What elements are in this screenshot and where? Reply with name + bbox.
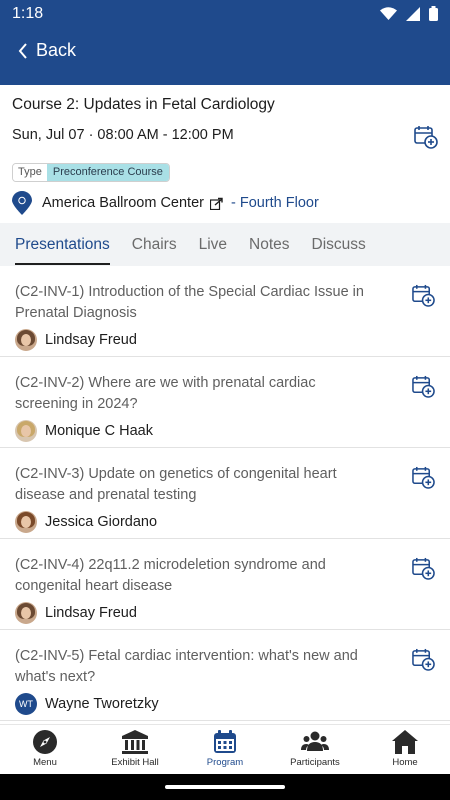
presentation-title: (C2-INV-2) Where are we with prenatal ca…	[15, 375, 316, 412]
speaker[interactable]: Lindsay Freud	[15, 602, 137, 624]
add-to-calendar-button[interactable]	[414, 125, 438, 154]
nav-menu-label: Menu	[33, 757, 57, 768]
tab-live[interactable]: Live	[199, 223, 227, 266]
tab-notes[interactable]: Notes	[249, 223, 290, 266]
back-button[interactable]: Back	[18, 40, 76, 61]
chevron-left-icon	[18, 42, 27, 59]
nav-participants-label: Participants	[290, 757, 340, 768]
speaker-name: Lindsay Freud	[45, 605, 137, 621]
system-nav-bar	[0, 774, 450, 800]
status-icons	[380, 6, 438, 21]
location-floor: - Fourth Floor	[230, 195, 319, 211]
home-gesture-handle[interactable]	[165, 785, 285, 789]
wifi-icon	[380, 7, 397, 20]
speaker-name: Wayne Tworetzky	[45, 696, 159, 712]
course-header: Course 2: Updates in Fetal Cardiology Su…	[0, 85, 450, 223]
speaker-name: Jessica Giordano	[45, 514, 158, 530]
add-to-calendar-button[interactable]	[412, 557, 435, 585]
speaker[interactable]: Monique C Haak	[15, 420, 153, 442]
avatar	[15, 511, 37, 533]
nav-exhibit-hall-label: Exhibit Hall	[111, 757, 159, 768]
list-item[interactable]: (C2-INV-2) Where are we with prenatal ca…	[0, 357, 450, 448]
compass-icon	[33, 730, 57, 754]
type-badge-key: Type	[13, 164, 47, 181]
calendar-add-icon	[412, 284, 435, 307]
presentation-title: (C2-INV-1) Introduction of the Special C…	[15, 284, 364, 321]
nav-participants[interactable]: Participants	[270, 725, 360, 774]
tab-chairs[interactable]: Chairs	[132, 223, 177, 266]
nav-menu[interactable]: Menu	[0, 725, 90, 774]
home-icon	[392, 730, 418, 754]
course-title: Course 2: Updates in Fetal Cardiology	[12, 96, 275, 113]
nav-home[interactable]: Home	[360, 725, 450, 774]
add-to-calendar-button[interactable]	[412, 466, 435, 494]
speaker[interactable]: WT Wayne Tworetzky	[15, 693, 159, 715]
avatar	[15, 420, 37, 442]
building-columns-icon	[122, 730, 148, 754]
location-name[interactable]: America Ballroom Center	[42, 195, 204, 211]
calendar-add-icon	[412, 557, 435, 580]
calendar-add-icon	[412, 375, 435, 398]
avatar	[15, 329, 37, 351]
location-row: America Ballroom Center - Fourth Floor	[12, 191, 319, 215]
avatar	[15, 602, 37, 624]
calendar-icon	[214, 730, 236, 753]
tab-presentations[interactable]: Presentations	[15, 223, 110, 266]
status-bar: 1:18	[0, 0, 450, 28]
bottom-nav: Menu Exhibit Hall Program Participants H…	[0, 724, 450, 774]
avatar: WT	[15, 693, 37, 715]
list-item[interactable]: (C2-INV-1) Introduction of the Special C…	[0, 266, 450, 357]
map-pin-icon	[12, 191, 32, 215]
add-to-calendar-button[interactable]	[412, 284, 435, 312]
nav-program[interactable]: Program	[180, 725, 270, 774]
battery-icon	[429, 6, 438, 21]
calendar-add-icon	[412, 466, 435, 489]
course-datetime: Sun, Jul 07 · 08:00 AM - 12:00 PM	[12, 127, 234, 143]
nav-exhibit-hall[interactable]: Exhibit Hall	[90, 725, 180, 774]
tab-discuss[interactable]: Discuss	[312, 223, 366, 266]
type-badge-value: Preconference Course	[46, 164, 169, 181]
list-item[interactable]: (C2-INV-5) Fetal cardiac intervention: w…	[0, 630, 450, 721]
calendar-add-icon	[414, 126, 438, 149]
presentation-title: (C2-INV-5) Fetal cardiac intervention: w…	[15, 648, 358, 685]
status-time: 1:18	[12, 5, 44, 22]
presentation-title: (C2-INV-4) 22q11.2 microdeletion syndrom…	[15, 557, 326, 594]
presentation-title: (C2-INV-3) Update on genetics of congeni…	[15, 466, 337, 503]
speaker-name: Monique C Haak	[45, 423, 153, 439]
list-item[interactable]: (C2-INV-3) Update on genetics of congeni…	[0, 448, 450, 539]
back-label: Back	[36, 40, 77, 60]
calendar-add-icon	[412, 648, 435, 671]
app-bar: 1:18 Back	[0, 0, 450, 85]
signal-icon	[406, 6, 420, 21]
add-to-calendar-button[interactable]	[412, 375, 435, 403]
people-icon	[301, 731, 329, 751]
nav-program-label: Program	[206, 757, 244, 768]
add-to-calendar-button[interactable]	[412, 648, 435, 676]
speaker[interactable]: Lindsay Freud	[15, 329, 137, 351]
nav-home-label: Home	[392, 757, 418, 768]
tab-bar: Presentations Chairs Live Notes Discuss	[0, 223, 450, 266]
share-icon[interactable]	[209, 197, 223, 210]
presentation-list: (C2-INV-1) Introduction of the Special C…	[0, 266, 450, 724]
type-badge: Type Preconference Course	[12, 163, 170, 182]
list-item[interactable]: (C2-INV-4) 22q11.2 microdeletion syndrom…	[0, 539, 450, 630]
speaker[interactable]: Jessica Giordano	[15, 511, 157, 533]
speaker-name: Lindsay Freud	[45, 332, 137, 348]
